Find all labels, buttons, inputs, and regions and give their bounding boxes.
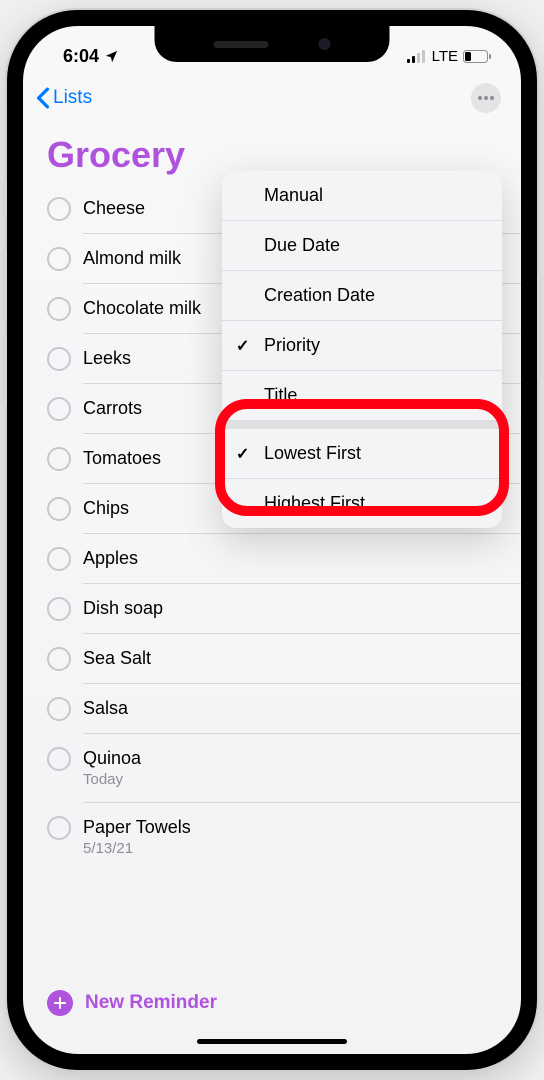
- sort-menu-item[interactable]: Highest First: [222, 479, 502, 528]
- reminder-complete-circle[interactable]: [47, 497, 71, 521]
- reminder-complete-circle[interactable]: [47, 747, 71, 771]
- notch: [155, 26, 390, 62]
- menu-item-label: Title: [264, 385, 297, 406]
- new-reminder-button[interactable]: New Reminder: [47, 990, 217, 1016]
- volume-down-button: [2, 335, 7, 405]
- new-reminder-label: New Reminder: [85, 992, 217, 1014]
- menu-item-label: Creation Date: [264, 285, 375, 306]
- power-button: [537, 275, 542, 380]
- reminder-content: Quinoa Today: [83, 748, 521, 788]
- reminder-item[interactable]: Apples: [83, 534, 521, 584]
- reminder-complete-circle[interactable]: [47, 347, 71, 371]
- reminder-complete-circle[interactable]: [47, 247, 71, 271]
- phone-frame: 6:04 LTE Lists: [7, 10, 537, 1070]
- volume-up-button: [2, 250, 7, 320]
- sort-context-menu: Manual Due Date Creation Date ✓ Priority Titl…: [222, 171, 502, 528]
- reminder-item[interactable]: Paper Towels 5/13/21: [83, 803, 521, 871]
- more-options-button[interactable]: [471, 83, 501, 113]
- reminder-complete-circle[interactable]: [47, 697, 71, 721]
- reminder-complete-circle[interactable]: [47, 447, 71, 471]
- sort-menu-item[interactable]: ✓ Lowest First: [222, 429, 502, 479]
- menu-divider: [222, 421, 502, 429]
- reminder-complete-circle[interactable]: [47, 197, 71, 221]
- sort-menu-item[interactable]: ✓ Priority: [222, 321, 502, 371]
- menu-item-label: Priority: [264, 335, 320, 356]
- location-icon: [104, 49, 119, 64]
- mute-switch: [2, 180, 7, 218]
- sort-menu-item[interactable]: Due Date: [222, 221, 502, 271]
- reminder-content: Paper Towels 5/13/21: [83, 817, 521, 857]
- reminder-item[interactable]: Salsa: [83, 684, 521, 734]
- reminder-complete-circle[interactable]: [47, 816, 71, 840]
- status-time: 6:04: [63, 46, 99, 67]
- battery-icon: [463, 50, 491, 63]
- reminder-complete-circle[interactable]: [47, 597, 71, 621]
- checkmark-icon: ✓: [236, 444, 249, 464]
- reminder-complete-circle[interactable]: [47, 297, 71, 321]
- reminder-item[interactable]: Dish soap: [83, 584, 521, 634]
- reminder-content: Salsa: [83, 698, 521, 719]
- reminder-title: Sea Salt: [83, 648, 521, 669]
- back-button[interactable]: Lists: [35, 87, 92, 109]
- reminder-subtitle: Today: [83, 771, 521, 788]
- home-indicator[interactable]: [197, 1039, 347, 1044]
- menu-item-label: Manual: [264, 185, 323, 206]
- reminder-item[interactable]: Quinoa Today: [83, 734, 521, 803]
- reminder-complete-circle[interactable]: [47, 397, 71, 421]
- screen: 6:04 LTE Lists: [23, 26, 521, 1054]
- back-label: Lists: [53, 87, 92, 109]
- sort-menu-item[interactable]: Manual: [222, 171, 502, 221]
- sort-menu-item[interactable]: Creation Date: [222, 271, 502, 321]
- menu-item-label: Due Date: [264, 235, 340, 256]
- reminder-title: Salsa: [83, 698, 521, 719]
- reminder-title: Quinoa: [83, 748, 521, 769]
- reminder-content: Dish soap: [83, 598, 521, 619]
- reminder-complete-circle[interactable]: [47, 547, 71, 571]
- navigation-bar: Lists: [23, 74, 521, 122]
- reminder-title: Apples: [83, 548, 521, 569]
- reminder-complete-circle[interactable]: [47, 647, 71, 671]
- reminder-content: Sea Salt: [83, 648, 521, 669]
- menu-item-label: Lowest First: [264, 443, 361, 464]
- checkmark-icon: ✓: [236, 336, 249, 356]
- network-type: LTE: [432, 48, 458, 65]
- chevron-left-icon: [35, 87, 51, 109]
- cellular-signal-icon: [407, 50, 427, 63]
- reminder-title: Paper Towels: [83, 817, 521, 838]
- reminder-item[interactable]: Sea Salt: [83, 634, 521, 684]
- sort-menu-item[interactable]: Title: [222, 371, 502, 421]
- ellipsis-icon: [477, 96, 495, 100]
- plus-circle-icon: [47, 990, 73, 1016]
- reminder-subtitle: 5/13/21: [83, 840, 521, 857]
- reminder-content: Apples: [83, 548, 521, 569]
- reminder-title: Dish soap: [83, 598, 521, 619]
- menu-item-label: Highest First: [264, 493, 365, 514]
